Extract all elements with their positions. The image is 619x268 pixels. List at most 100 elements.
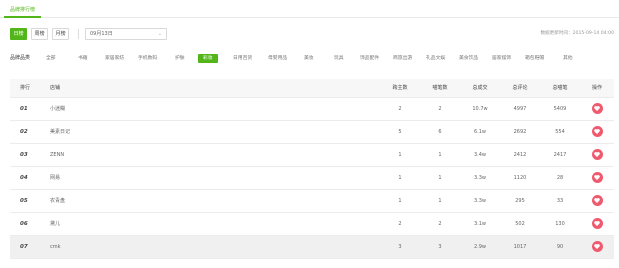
period-week-button[interactable]: 周榜 — [31, 28, 48, 40]
category-item[interactable]: 护肤 — [175, 54, 185, 63]
store-name-cell: 农青盘 — [50, 198, 66, 204]
category-item[interactable]: 家居家纺 — [105, 54, 124, 63]
table-row[interactable]: 06 黛儿 2 2 3.1w 502 130 — [10, 212, 614, 235]
category-item[interactable]: 商旅出游 — [393, 54, 412, 63]
reviews-cell: 295 — [515, 197, 525, 204]
col-header-total: 总成交 — [460, 79, 500, 98]
store-name-cell: 黛儿 — [50, 221, 61, 227]
heart-icon[interactable] — [591, 149, 603, 160]
total-cell: 2.9w — [473, 243, 487, 250]
rank-cell: 02 — [20, 128, 28, 135]
count-a-cell: 1 — [398, 197, 402, 204]
heart-icon[interactable] — [591, 218, 603, 229]
heart-icon[interactable] — [591, 172, 603, 183]
col-header-store: 店铺 — [50, 79, 380, 98]
total-cell: 3.3w — [473, 197, 487, 204]
category-item[interactable]: 全部 — [46, 54, 56, 63]
count-b-cell: 1 — [438, 174, 442, 181]
col-header-rank: 排行 — [10, 79, 50, 98]
rank-cell: 05 — [20, 197, 28, 204]
notes-cell: 28 — [556, 174, 564, 181]
total-cell: 6.1w — [473, 128, 487, 135]
col-header-notes: 总喵笔 — [540, 79, 580, 98]
period-day-button[interactable]: 日榜 — [10, 28, 27, 40]
total-cell: 3.4w — [473, 151, 487, 158]
count-b-cell: 2 — [438, 105, 442, 112]
reviews-cell: 1017 — [513, 243, 527, 250]
action-cell — [580, 97, 614, 120]
store-name-cell: cmk — [50, 243, 61, 250]
heart-icon[interactable] — [591, 241, 603, 252]
reviews-cell: 2692 — [513, 128, 527, 135]
reviews-cell: 1120 — [513, 174, 527, 181]
category-item[interactable]: 其他 — [563, 54, 573, 63]
store-name-cell: 美素日记 — [50, 129, 71, 135]
action-cell — [580, 166, 614, 189]
divider — [78, 29, 79, 39]
table-row[interactable]: 01 小迷糊 2 2 10.7w 4997 5409 — [10, 97, 614, 120]
table-row[interactable]: 04 网易 1 1 3.3w 1120 28 — [10, 166, 614, 189]
chevron-down-icon: ⌄ — [157, 31, 162, 37]
reviews-cell: 2412 — [513, 151, 527, 158]
rank-cell: 01 — [20, 105, 28, 112]
store-name-cell: 小迷糊 — [50, 106, 66, 112]
action-cell — [580, 212, 614, 235]
table-row[interactable]: 02 美素日记 5 6 6.1w 2692 554 — [10, 120, 614, 143]
count-b-cell: 1 — [438, 197, 442, 204]
action-cell — [580, 235, 614, 258]
category-item[interactable]: 美妆 — [304, 54, 314, 63]
col-header-a: 跨主数 — [380, 79, 420, 98]
reviews-cell: 502 — [515, 220, 525, 227]
count-b-cell: 6 — [438, 128, 442, 135]
notes-cell: 130 — [555, 220, 565, 227]
updated-time: 数据更新时间：2015-09-14 04:00 — [540, 31, 614, 36]
category-item[interactable]: 美食饮品 — [459, 54, 478, 63]
category-item-active[interactable]: 彩妆 — [198, 54, 218, 63]
date-value: 09月13日 — [90, 31, 113, 37]
count-a-cell: 2 — [398, 220, 402, 227]
count-a-cell: 5 — [398, 128, 402, 135]
table-row[interactable]: 03 ZENN 1 1 3.4w 2412 2417 — [10, 143, 614, 166]
category-label: 品牌品类 — [10, 55, 31, 61]
table-row[interactable]: 07 cmk 3 3 2.9w 1017 90 — [10, 235, 614, 258]
heart-icon[interactable] — [591, 103, 603, 114]
notes-cell: 33 — [556, 197, 564, 204]
col-header-reviews: 总评论 — [500, 79, 540, 98]
rank-cell: 07 — [20, 243, 28, 250]
total-cell: 3.3w — [473, 174, 487, 181]
category-item[interactable]: 饰品配件 — [360, 54, 379, 63]
action-cell — [580, 189, 614, 212]
count-a-cell: 1 — [398, 174, 402, 181]
total-cell: 3.1w — [473, 220, 487, 227]
category-item[interactable]: 礼品文娱 — [426, 54, 445, 63]
count-b-cell: 3 — [438, 243, 442, 250]
ranking-table: 排行 店铺 跨主数 喵笔数 总成交 总评论 总喵笔 操作 01 小迷糊 2 2 10.7… — [10, 79, 614, 259]
notes-cell: 5409 — [553, 105, 567, 112]
date-select[interactable]: 09月13日 ⌄ — [85, 28, 167, 40]
category-item[interactable]: 玩具 — [334, 54, 344, 63]
table-row[interactable]: 05 农青盘 1 1 3.3w 295 33 — [10, 189, 614, 212]
store-name-cell: ZENN — [50, 151, 65, 158]
col-header-b: 喵笔数 — [420, 79, 460, 98]
action-cell — [580, 120, 614, 143]
category-item[interactable]: 母婴用品 — [268, 54, 287, 63]
rank-cell: 04 — [20, 174, 28, 181]
tab-brand-ranking[interactable]: 品牌排行榜 — [4, 3, 42, 18]
table-header-row: 排行 店铺 跨主数 喵笔数 总成交 总评论 总喵笔 操作 — [10, 79, 614, 98]
count-a-cell: 1 — [398, 151, 402, 158]
category-item[interactable]: 居家摆饰 — [492, 54, 511, 63]
period-month-button[interactable]: 月榜 — [52, 28, 69, 40]
heart-icon[interactable] — [591, 126, 603, 137]
rank-cell: 03 — [20, 151, 28, 158]
category-item[interactable]: 书籍 — [78, 54, 88, 63]
count-b-cell: 1 — [438, 151, 442, 158]
category-item[interactable]: 箱包鞋帽 — [525, 54, 544, 63]
store-name-cell: 网易 — [50, 175, 61, 181]
reviews-cell: 4997 — [513, 105, 527, 112]
notes-cell: 90 — [556, 243, 564, 250]
count-a-cell: 3 — [398, 243, 402, 250]
category-item[interactable]: 手机数码 — [138, 54, 157, 63]
heart-icon[interactable] — [591, 195, 603, 206]
category-item[interactable]: 日用百货 — [233, 54, 252, 63]
count-b-cell: 2 — [438, 220, 442, 227]
